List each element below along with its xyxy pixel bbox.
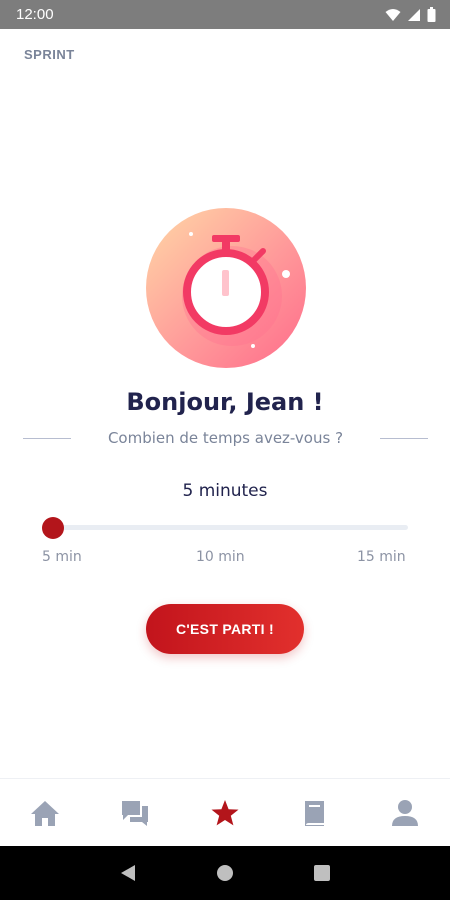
- nav-item-sprint[interactable]: [195, 783, 255, 843]
- home-icon: [31, 800, 59, 826]
- screen-label: SPRINT: [24, 47, 75, 62]
- chat-icon: [122, 800, 148, 826]
- question-text: Combien de temps avez-vous ?: [107, 429, 344, 447]
- duration-slider-track[interactable]: [53, 525, 408, 530]
- back-icon[interactable]: [118, 863, 138, 883]
- status-bar: 12:00: [0, 0, 450, 29]
- slider-min-label: 5 min: [42, 549, 82, 565]
- signal-icon: [408, 8, 420, 21]
- battery-icon: [427, 7, 436, 22]
- recents-icon[interactable]: [312, 863, 332, 883]
- start-button[interactable]: C'EST PARTI !: [146, 604, 304, 654]
- nav-item-library[interactable]: [285, 783, 345, 843]
- nav-item-profile[interactable]: [375, 783, 435, 843]
- slider-max-label: 15 min: [357, 549, 406, 565]
- system-nav-bar: [0, 846, 450, 900]
- wifi-icon: [385, 8, 401, 21]
- status-icons: [385, 7, 436, 22]
- book-icon: [305, 800, 324, 826]
- nav-item-chat[interactable]: [105, 783, 165, 843]
- stopwatch-icon: [146, 208, 306, 368]
- divider-right: [380, 437, 428, 439]
- divider-left: [23, 437, 71, 439]
- star-icon: [211, 799, 239, 825]
- question-row: Combien de temps avez-vous ?: [23, 426, 428, 450]
- bottom-nav: [0, 778, 450, 846]
- duration-slider-thumb[interactable]: [42, 517, 64, 539]
- duration-value: 5 minutes: [182, 481, 268, 501]
- home-button-icon[interactable]: [215, 863, 235, 883]
- slider-mid-label: 10 min: [196, 549, 245, 565]
- status-time: 12:00: [16, 6, 54, 23]
- profile-icon: [392, 799, 418, 826]
- greeting-title: Bonjour, Jean !: [126, 388, 324, 416]
- nav-item-home[interactable]: [15, 783, 75, 843]
